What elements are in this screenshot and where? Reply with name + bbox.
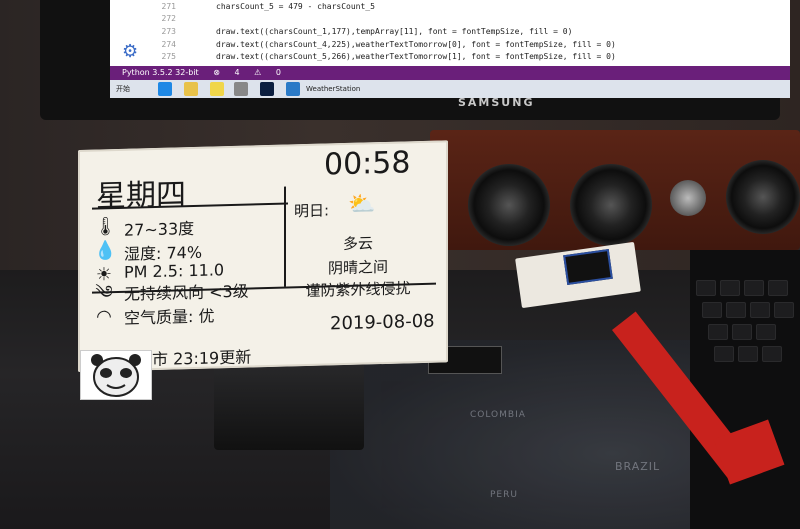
tomorrow-day-weather: 多云 [342,234,373,254]
speaker [430,130,800,250]
keyboard [690,250,800,529]
taskbar-app-label[interactable]: WeatherStation [306,82,360,96]
warning-count[interactable]: ⚠ 0 [254,68,281,77]
tomorrow-advice: 谨防紫外线侵扰 [305,279,411,301]
code-line: 275 draw.text((charsCount_5,266),weatherT… [161,52,616,61]
vscode-icon[interactable] [286,82,300,96]
update-time: 市 23:19更新 [152,347,252,370]
volume-knob[interactable] [670,180,706,216]
start-button[interactable]: 开始 [116,82,130,96]
speaker-cone [468,164,550,246]
keyboard-key[interactable] [738,346,758,362]
meme-sticker [80,350,152,400]
keyboard-key[interactable] [750,302,770,318]
app-icon-foxit[interactable] [210,82,224,96]
map-label-brazil: BRAZIL [615,460,661,473]
wind: 无持续风向 <3级 [124,281,249,304]
oled-module [563,248,613,286]
editor-status-bar: Python 3.5.2 32-bit ⊗ 4 ⚠ 0 [110,66,790,80]
date: 2019-08-08 [330,310,435,335]
app-icon-security[interactable] [184,82,198,96]
monitor: 271 charsCount_5 = 479 - charsCount_5 272… [40,0,790,120]
keyboard-key[interactable] [744,280,764,296]
code-line: 273 draw.text((charsCount_1,177),tempArra… [161,27,573,36]
map-label-colombia: COLOMBIA [470,410,526,420]
wind-icon: ༄ [95,282,113,304]
keyboard-key[interactable] [720,280,740,296]
app-icon-w[interactable] [158,82,172,96]
keyboard-key[interactable] [702,302,722,318]
keyboard-key[interactable] [732,324,752,340]
keyboard-key[interactable] [726,302,746,318]
monitor-screen: 271 charsCount_5 = 479 - charsCount_5 272… [110,0,790,98]
app-icon-disk[interactable] [234,82,248,96]
gear-icon[interactable]: ⚙ [122,42,142,62]
keyboard-key[interactable] [714,346,734,362]
humidity-icon: 💧 [94,239,117,262]
rainbow-icon: ◠ [96,306,112,328]
air-quality: 空气质量: 优 [124,306,215,328]
tomorrow-night-weather: 阴晴之间 [327,257,388,278]
keyboard-key[interactable] [708,324,728,340]
taskbar: 开始 WeatherStation [110,80,790,98]
code-line: 272 [161,14,176,23]
keyboard-key[interactable] [696,280,716,296]
keyboard-key[interactable] [768,280,788,296]
epaper-stand [214,358,364,450]
keyboard-key[interactable] [756,324,776,340]
temperature-range: 27~33度 [124,218,195,240]
partly-cloudy-icon: ⛅ [348,192,376,218]
map-label-peru: PERU [490,490,518,500]
keyboard-key[interactable] [774,302,794,318]
python-version[interactable]: Python 3.5.2 32-bit [122,68,199,77]
keyboard-key[interactable] [762,346,782,362]
epaper-weather-display: 星期四 00:58 🌡 27~33度 💧 湿度: 74% ☀ PM 2.5: 1… [78,140,448,372]
tomorrow-label: 明日: [294,201,330,221]
speaker-cone [570,164,652,246]
clock-time: 00:58 [324,145,411,183]
thermometer-icon: 🌡 [94,215,117,238]
speaker-cone [726,160,800,234]
photoshop-icon[interactable] [260,82,274,96]
monitor-brand: SAMSUNG [458,96,535,109]
error-count[interactable]: ⊗ 4 [213,68,239,77]
panda-face-icon [91,354,141,397]
